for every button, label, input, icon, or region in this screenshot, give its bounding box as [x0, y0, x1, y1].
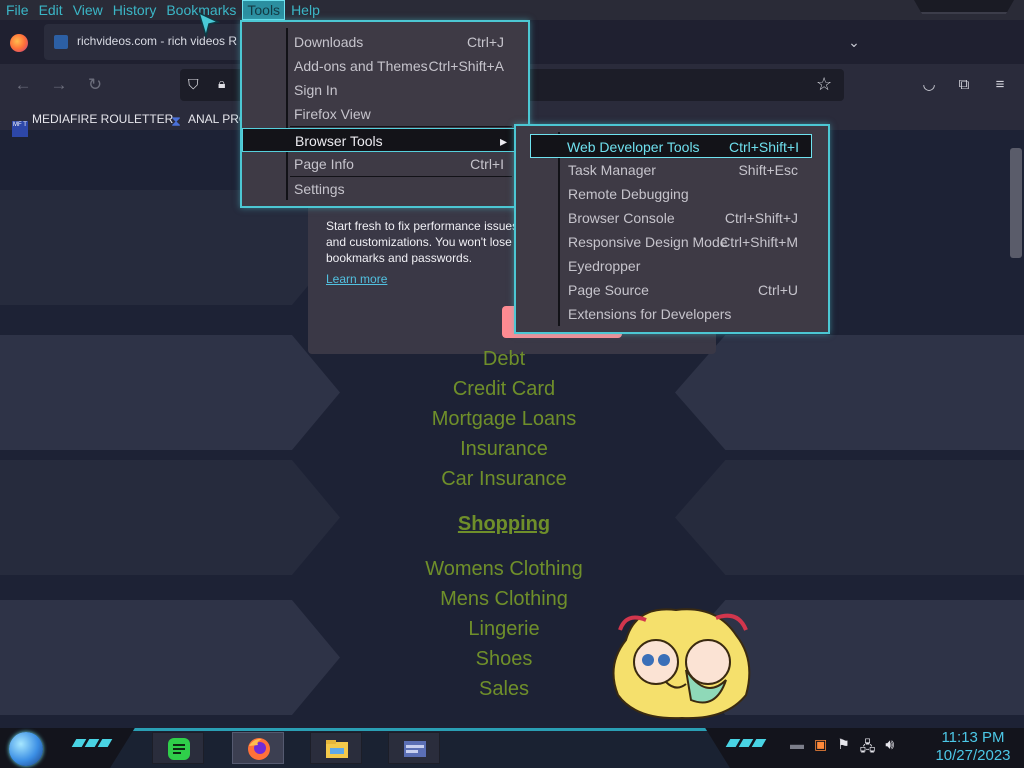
volume-icon[interactable]: 🔊︎ [885, 736, 894, 760]
flag-icon[interactable]: ⚑ [837, 736, 850, 760]
chevron-down-icon[interactable]: ⌄ [846, 34, 862, 50]
menu-separator [290, 126, 512, 127]
menu-item-firefox-view[interactable]: Firefox View [242, 102, 528, 126]
taskbar: ▬ ▣ ⚑ 🖧︎ 🔊︎ 11:13 PM 10/27/2023 [0, 728, 1024, 768]
window-app-icon [404, 741, 426, 757]
menu-view[interactable]: View [69, 0, 107, 20]
reload-icon[interactable]: ↻ [84, 74, 106, 96]
taskbar-firefox[interactable] [232, 732, 284, 764]
menu-item-addons[interactable]: Add-ons and Themes Ctrl+Shift+A [242, 54, 528, 78]
menu-edit[interactable]: Edit [35, 0, 67, 20]
firefox-view-icon[interactable] [10, 34, 28, 52]
taskbar-file-explorer[interactable] [310, 732, 362, 764]
taskbar-decoration [71, 739, 113, 749]
notice-text: Start fresh to fix performance issues an… [326, 219, 519, 265]
bookmark-mediafire[interactable]: MF T MEDIAFIRE ROULETTER [12, 110, 174, 137]
hamburger-menu-icon[interactable]: ≡ [989, 74, 1011, 96]
forward-arrow-icon[interactable]: → [48, 74, 70, 96]
browser-tools-submenu: Web Developer Tools Ctrl+Shift+I Task Man… [514, 124, 830, 334]
bookmark-label: MEDIAFIRE ROULETTER [32, 112, 174, 126]
menu-item-browser-tools[interactable]: Browser Tools ▸ [242, 128, 528, 152]
taskbar-window-app[interactable] [388, 732, 440, 764]
bookmark-anal-pro[interactable]: ⧗ ANAL PRO [168, 110, 248, 129]
menu-item-extensions-for-developers[interactable]: Extensions for Developers [516, 302, 828, 326]
app-tray-icon[interactable]: ▣ [814, 736, 827, 760]
menu-help[interactable]: Help [287, 0, 324, 20]
page-link-credit-card[interactable]: Credit Card [404, 378, 604, 401]
tab-favicon-icon [54, 35, 68, 49]
shopping-heading[interactable]: Shopping [404, 513, 604, 536]
menu-item-settings[interactable]: Settings [242, 177, 528, 201]
firefox-icon [248, 738, 270, 760]
menu-item-sign-in[interactable]: Sign In [242, 78, 528, 102]
menu-tools[interactable]: Tools [242, 0, 286, 20]
menu-item-remote-debugging[interactable]: Remote Debugging [516, 182, 828, 206]
bg-hex-shape [675, 460, 1024, 575]
network-icon[interactable]: 🖧︎ [860, 736, 876, 760]
pocket-icon[interactable]: ◡ [918, 74, 940, 96]
bg-hex-shape [0, 600, 340, 715]
page-link-womens-clothing[interactable]: Womens Clothing [404, 558, 604, 581]
triangle-bookmark-icon: ⧗ [171, 113, 181, 129]
system-tray: ▬ ▣ ⚑ 🖧︎ 🔊︎ [790, 736, 894, 760]
menu-item-downloads[interactable]: Downloads Ctrl+J [242, 30, 528, 54]
extensions-icon[interactable]: ⧉ [953, 74, 975, 96]
menu-item-eyedropper[interactable]: Eyedropper [516, 254, 828, 278]
tools-dropdown-menu: Downloads Ctrl+J Add-ons and Themes Ctrl+S… [240, 20, 530, 208]
desktop-screen: Start fresh to fix performance issues an… [0, 0, 1024, 768]
mediafire-icon: MF T [12, 121, 28, 137]
menu-history[interactable]: History [109, 0, 161, 20]
lock-icon[interactable]: 🔒︎ [218, 75, 234, 93]
menu-bar: File Edit View History Bookmarks Tools H… [0, 0, 1024, 20]
page-link-shoes[interactable]: Shoes [404, 648, 604, 671]
page-scrollbar[interactable] [1010, 148, 1022, 258]
menu-item-responsive-design-mode[interactable]: Responsive Design Mode Ctrl+Shift+M [516, 230, 828, 254]
shield-icon[interactable]: ⛉ [188, 76, 204, 94]
page-link-mortgage-loans[interactable]: Mortgage Loans [404, 408, 604, 431]
bg-hex-shape [0, 335, 340, 450]
menu-item-browser-console[interactable]: Browser Console Ctrl+Shift+J [516, 206, 828, 230]
menu-file[interactable]: File [2, 0, 33, 20]
bg-hex-shape [0, 460, 340, 575]
page-link-lingerie[interactable]: Lingerie [404, 618, 604, 641]
taskbar-decoration [725, 739, 767, 749]
taskbar-notes-app[interactable] [152, 732, 204, 764]
cartoon-sticker-image [612, 608, 751, 720]
page-link-insurance[interactable]: Insurance [404, 438, 604, 461]
page-link-car-insurance[interactable]: Car Insurance [404, 468, 604, 491]
bookmark-star-icon[interactable]: ☆ [816, 74, 832, 95]
submenu-arrow-icon: ▸ [499, 133, 507, 149]
page-link-mens-clothing[interactable]: Mens Clothing [404, 588, 604, 611]
mouse-pointer-icon [198, 12, 220, 38]
clock-time[interactable]: 11:13 PM [928, 729, 1018, 746]
back-arrow-icon[interactable]: ← [12, 74, 34, 96]
menu-item-page-info[interactable]: Page Info Ctrl+I [242, 152, 528, 176]
page-link-debt[interactable]: Debt [404, 348, 604, 371]
menu-item-task-manager[interactable]: Task Manager Shift+Esc [516, 158, 828, 182]
learn-more-link[interactable]: Learn more [326, 272, 387, 286]
notes-app-icon [168, 738, 190, 760]
start-button-icon[interactable] [9, 732, 43, 766]
network-speed-icon[interactable]: ▬ [790, 736, 804, 760]
file-explorer-icon [326, 740, 348, 758]
menu-item-web-developer-tools[interactable]: Web Developer Tools Ctrl+Shift+I [530, 134, 812, 158]
page-link-sales[interactable]: Sales [404, 678, 604, 701]
clock-date[interactable]: 10/27/2023 [928, 747, 1018, 764]
title-decoration [914, 0, 1014, 14]
menu-item-page-source[interactable]: Page Source Ctrl+U [516, 278, 828, 302]
bg-hex-shape [675, 335, 1024, 450]
